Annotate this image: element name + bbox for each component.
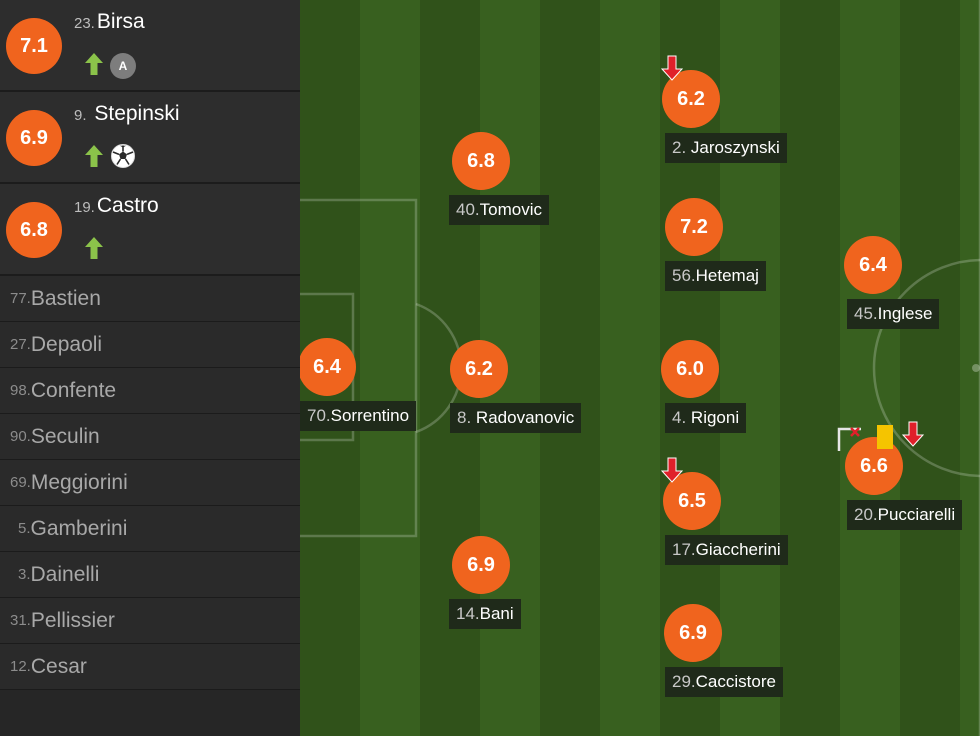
rating-badge: 7.2 [665,198,723,256]
bench-player[interactable]: 31. Pellissier [0,598,300,644]
pitch-markings [300,0,980,736]
rating-badge: 6.4 [300,338,356,396]
pitch: 6.4 70.Sorrentino 6.8 40.Tomovic 6.2 8. … [300,0,980,736]
player-label: 40.Tomovic [449,195,549,225]
substitute-row-stepinski[interactable]: 6.9 9. Stepinski [0,92,300,184]
rating-badge: 6.8 [6,202,62,258]
bench-list: 77. Bastien 27. Depaoli 98. Confente 90. Sec… [0,276,300,690]
player-name: 19.Castro [74,194,159,217]
bench-player[interactable]: 98. Confente [0,368,300,414]
rating-badge: 6.9 [664,604,722,662]
rating-badge: 6.4 [844,236,902,294]
bench-player[interactable]: 12. Cesar [0,644,300,690]
player-label: 70.Sorrentino [300,401,417,431]
player-label: 20.Pucciarelli [847,500,963,530]
rating-badge: 6.9 [452,536,510,594]
sub-off-arrow-icon [901,421,925,452]
rating-badge: 6.9 [6,110,62,166]
bench-player[interactable]: 3. Dainelli [0,552,300,598]
player-label: 8. Radovanovic [450,403,582,433]
sub-on-arrow-icon [84,144,104,173]
player-label: 17.Giaccherini [665,535,788,565]
goal-ball-icon [110,143,136,174]
bench-player[interactable]: 77. Bastien [0,276,300,322]
substitute-row-birsa[interactable]: 7.1 23.Birsa A [0,0,300,92]
sub-on-arrow-icon [84,236,104,265]
bench-player[interactable]: 5. Gamberini [0,506,300,552]
sub-on-arrow-icon [84,52,104,81]
bench-player[interactable]: 69. Meggiorini [0,460,300,506]
sub-off-arrow-icon [660,55,684,86]
player-name: 23.Birsa [74,10,145,33]
bench-player[interactable]: 27. Depaoli [0,322,300,368]
sub-off-arrow-icon [660,457,684,488]
player-name: 9. Stepinski [74,102,180,125]
player-label: 56.Hetemaj [665,261,766,291]
player-label: 2. Jaroszynski [665,133,787,163]
missed-shot-icon [837,426,865,457]
substitutes-panel: 7.1 23.Birsa A 6.9 9. Stepinski 6.8 19.C… [0,0,300,736]
rating-badge: 6.2 [450,340,508,398]
player-label: 14.Bani [449,599,521,629]
player-label: 29.Caccistore [665,667,783,697]
substitute-row-castro[interactable]: 6.8 19.Castro [0,184,300,276]
yellow-card-icon [876,424,894,455]
player-label: 45.Inglese [847,299,940,329]
rating-badge: 6.8 [452,132,510,190]
rating-badge: 6.0 [661,340,719,398]
rating-badge: 7.1 [6,18,62,74]
assist-icon: A [110,53,136,79]
bench-player[interactable]: 90. Seculin [0,414,300,460]
player-label: 4. Rigoni [665,403,747,433]
